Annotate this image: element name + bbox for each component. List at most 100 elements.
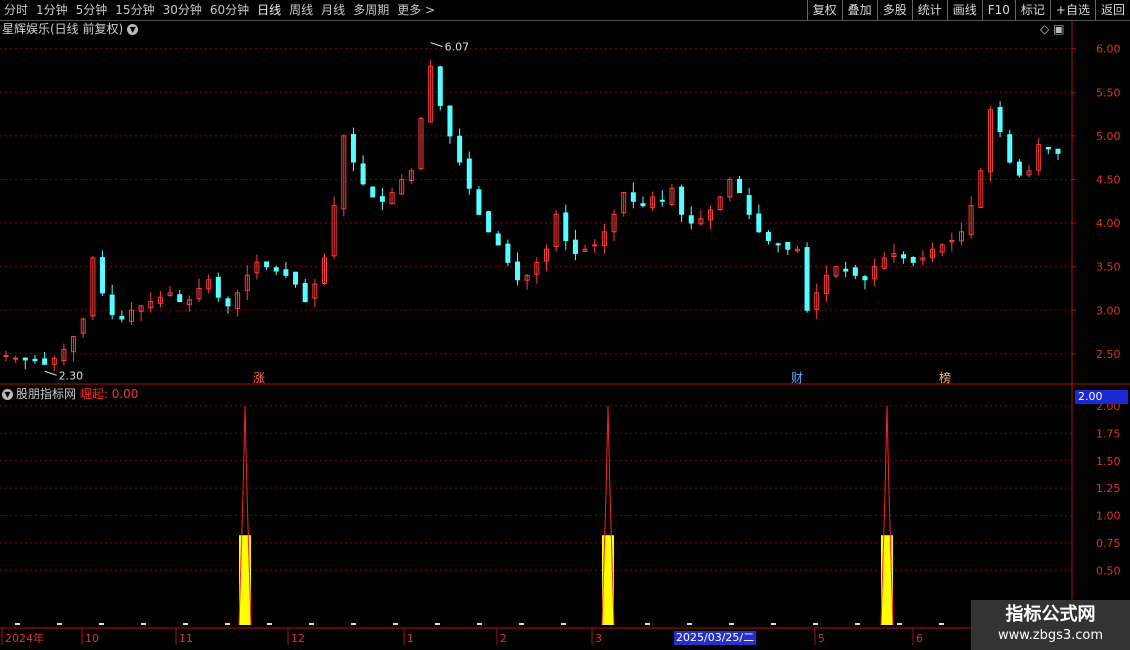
baseline-dash: [393, 623, 398, 625]
indicator-tick-label: 0.75: [1096, 537, 1121, 550]
candle-body: [505, 243, 511, 263]
candle-body: [746, 195, 752, 215]
candle-body: [447, 105, 453, 137]
baseline-dash: [225, 623, 230, 625]
baseline-dash: [267, 623, 272, 625]
candle-body: [302, 283, 308, 303]
time-label: 10: [85, 632, 99, 645]
y-tick-label: 2.50: [1096, 348, 1121, 361]
watermark-logo: 指标公式网 www.zbgs3.com: [971, 600, 1130, 650]
candle-body: [264, 261, 270, 268]
baseline-dash: [939, 623, 944, 625]
candle-body: [486, 211, 492, 233]
time-label: 2024年: [5, 631, 44, 645]
candle-body: [659, 199, 665, 202]
low-label: 2.30: [59, 369, 83, 382]
candle-body: [100, 257, 106, 294]
chevron-down-icon[interactable]: ▼: [2, 389, 13, 400]
candle-body: [42, 358, 48, 365]
baseline-dash: [57, 623, 62, 625]
baseline-dash: [729, 623, 734, 625]
baseline-dash: [687, 623, 692, 625]
y-tick-label: 4.00: [1096, 217, 1121, 230]
marker-zhang[interactable]: 涨: [252, 371, 266, 385]
candle-body: [293, 271, 299, 285]
baseline-dash: [561, 623, 566, 625]
time-label: 12: [291, 632, 305, 645]
indicator-badge: 2.00: [1075, 390, 1128, 404]
baseline-dash: [603, 623, 608, 625]
high-label: 6.07: [445, 41, 470, 54]
baseline-dash: [771, 623, 776, 625]
indicator-name: 股朋指标网: [16, 387, 77, 401]
indicator-title[interactable]: ▼ 股朋指标网 崛起: 0.00: [2, 387, 138, 401]
candle-body: [32, 358, 38, 362]
candle-body: [13, 357, 19, 360]
indicator-tick-label: 1.00: [1096, 510, 1121, 523]
candle-body: [283, 269, 289, 276]
candle-body: [563, 212, 569, 242]
y-tick-label: 6.00: [1096, 43, 1121, 56]
candle-body: [457, 135, 463, 163]
candle-body: [119, 315, 125, 320]
candle-body: [640, 203, 646, 207]
indicator-tick-label: 1.25: [1096, 482, 1121, 495]
baseline-dash: [897, 623, 902, 625]
kline-chart[interactable]: 6.00 5.50 5.00 4.50 4.00 3.50 3.00 2.50 6.07 2.30…: [0, 0, 1130, 650]
candle-body: [109, 294, 115, 316]
candle-body: [572, 239, 578, 255]
time-label: 3: [595, 632, 602, 645]
marker-bang[interactable]: 榜: [938, 371, 952, 385]
candle-body: [785, 241, 791, 250]
candle-body: [476, 189, 482, 215]
marker-cai[interactable]: 财: [790, 371, 804, 385]
candle-body: [910, 256, 916, 263]
candle-body: [379, 196, 385, 202]
candle-body: [775, 243, 781, 246]
indicator-tick-label: 1.75: [1096, 427, 1121, 440]
baseline-dash: [183, 623, 188, 625]
baseline-dash: [15, 623, 20, 625]
candle-body: [843, 268, 849, 272]
low-pointer: [44, 370, 57, 376]
candle-body: [515, 261, 521, 281]
baseline-dash: [813, 623, 818, 625]
time-cursor-date: 2025/03/25/二: [674, 631, 757, 645]
candle-body: [765, 231, 771, 242]
baseline-dash: [351, 623, 356, 625]
candle-body: [3, 355, 9, 358]
watermark-line1: 指标公式网: [1005, 604, 1096, 625]
candle-body: [679, 186, 685, 215]
candle-body: [466, 158, 472, 189]
baseline-dash: [519, 623, 524, 625]
indicator-tick-label: 1.50: [1096, 455, 1121, 468]
time-label: 1: [407, 632, 414, 645]
candle-body: [1007, 134, 1013, 163]
baseline-dash: [645, 623, 650, 625]
indicator-value: 崛起: 0.00: [79, 387, 139, 401]
candle-body: [852, 267, 858, 276]
y-tick-label: 5.00: [1096, 130, 1121, 143]
time-label: 6: [916, 632, 923, 645]
candle-body: [225, 298, 231, 307]
baseline-dash: [141, 623, 146, 625]
candle-body: [22, 357, 28, 361]
y-tick-label: 3.50: [1096, 261, 1121, 274]
candle-body: [350, 134, 356, 163]
candle-body: [437, 66, 443, 106]
watermark-line2: www.zbgs3.com: [997, 628, 1104, 643]
baseline-dash: [435, 623, 440, 625]
time-label: 2: [500, 632, 507, 645]
time-label: 11: [179, 632, 193, 645]
time-label: 5: [818, 632, 825, 645]
candle-body: [688, 215, 694, 224]
candle-body: [273, 267, 279, 272]
candle-body: [1055, 148, 1061, 154]
y-tick-label: 4.50: [1096, 173, 1121, 186]
candle-body: [1016, 161, 1022, 176]
y-tick-label: 5.50: [1096, 86, 1121, 99]
baseline-dash: [855, 623, 860, 625]
indicator-tick-label: 0.50: [1096, 564, 1121, 577]
candle-body: [756, 213, 762, 233]
candle-body: [997, 107, 1003, 133]
